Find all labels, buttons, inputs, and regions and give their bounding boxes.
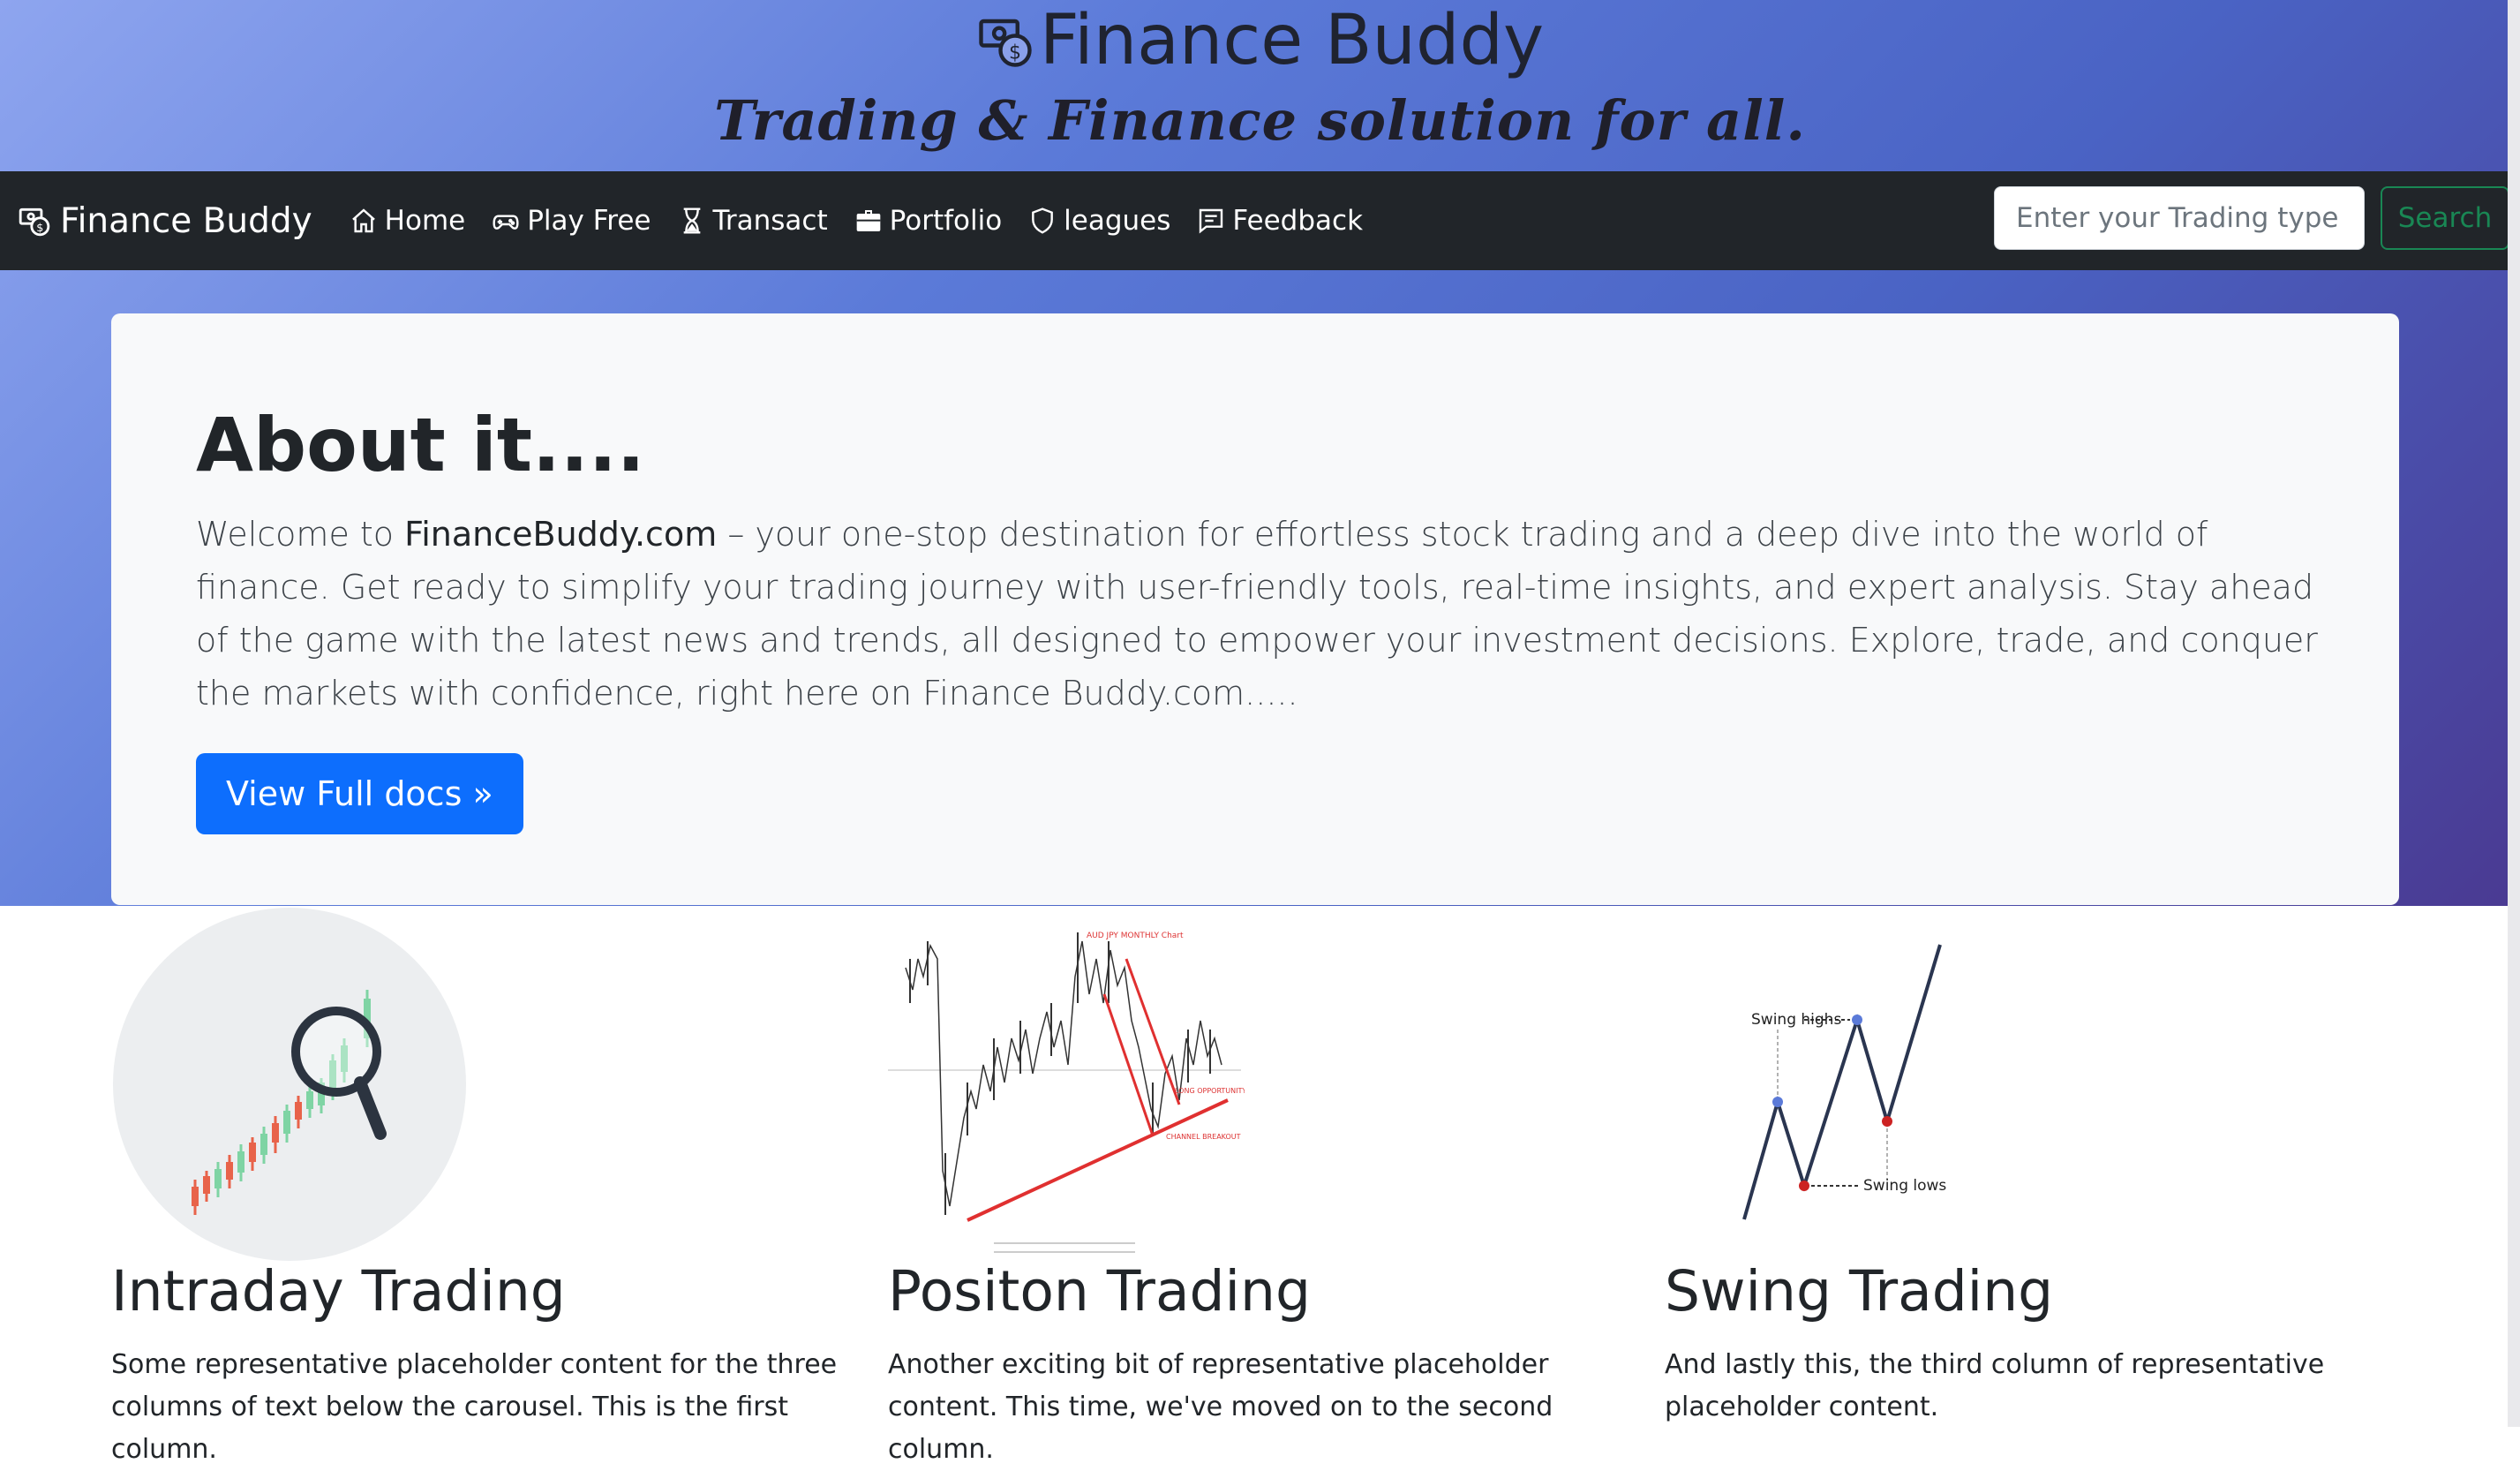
magnifier-chart-icon [113, 908, 466, 1261]
navbar-brand[interactable]: $ Finance Buddy [18, 201, 312, 241]
feature-column-swing: Swing highs Swing lows Swing Trading And… [1665, 906, 2424, 1422]
nav-item-leagues[interactable]: leagues [1028, 205, 1170, 237]
about-title: About it.... [196, 402, 645, 488]
page-scrollbar[interactable] [2508, 0, 2520, 1427]
column-title: Intraday Trading [111, 1259, 566, 1324]
navbar-brand-label: Finance Buddy [60, 200, 312, 241]
svg-text:$: $ [1009, 42, 1021, 64]
view-full-docs-button[interactable]: View Full docs » [196, 753, 523, 834]
search-form: Search [1994, 186, 2509, 250]
column-title: Swing Trading [1665, 1259, 2054, 1324]
site-title: Finance Buddy [1039, 1, 1545, 80]
position-trading-image: AUD JPY MONTHLY Chart LONG OPPORTUNITY C… [888, 906, 1246, 1263]
about-text: Welcome to FinanceBuddy.com – your one-s… [196, 508, 2332, 720]
about-text-intro: Welcome to [196, 515, 405, 554]
nav-item-label: leagues [1064, 205, 1171, 237]
column-text: Some representative placeholder content … [111, 1349, 838, 1465]
search-button[interactable]: Search [2381, 186, 2509, 250]
nav-item-portfolio[interactable]: Portfolio [854, 205, 1003, 237]
main-navbar: $ Finance Buddy Home Play Free Transact … [0, 171, 2520, 270]
swing-highs-label: Swing highs [1751, 1011, 1841, 1029]
nav-item-label: Play Free [527, 205, 651, 237]
column-text: And lastly this, the third column of rep… [1665, 1349, 2325, 1422]
position-breakout-label: CHANNEL BREAKOUT [1166, 1133, 1241, 1141]
candlestick-chart-icon: AUD JPY MONTHLY Chart LONG OPPORTUNITY C… [888, 906, 1246, 1263]
intraday-trading-image [111, 906, 468, 1263]
site-tagline: Trading & Finance solution for all. [714, 88, 1806, 153]
position-long-label: LONG OPPORTUNITY [1175, 1087, 1245, 1095]
home-icon [351, 208, 375, 233]
column-title: Positon Trading [888, 1259, 1311, 1324]
feature-column-position: AUD JPY MONTHLY Chart LONG OPPORTUNITY C… [888, 906, 1647, 1465]
nav-item-transact[interactable]: Transact [678, 205, 828, 237]
feature-column-intraday: Intraday Trading Some representative pla… [111, 906, 870, 1465]
gamepad-icon [493, 215, 519, 230]
search-input[interactable] [1994, 186, 2365, 250]
money-logo-icon: $ [979, 19, 1032, 67]
position-chart-title: AUD JPY MONTHLY Chart [1087, 932, 1184, 940]
swing-lows-label: Swing lows [1863, 1177, 1946, 1195]
nav-item-play-free[interactable]: Play Free [492, 205, 651, 237]
column-text: Another exciting bit of representative p… [888, 1349, 1553, 1465]
site-header: $ Finance Buddy [0, 0, 2520, 81]
nav-item-feedback[interactable]: Feedback [1197, 205, 1363, 237]
nav-item-label: Portfolio [889, 205, 1003, 237]
swing-trading-image: Swing highs Swing lows [1665, 906, 2035, 1263]
nav-item-label: Feedback [1232, 205, 1364, 237]
briefcase-icon [856, 210, 880, 231]
nav-item-label: Transact [712, 205, 828, 237]
about-card: About it.... Welcome to FinanceBuddy.com… [111, 313, 2399, 905]
nav-item-label: Home [384, 205, 466, 237]
nav-item-home[interactable]: Home [350, 205, 466, 237]
shield-icon [1032, 207, 1054, 234]
about-site-name: FinanceBuddy.com [404, 515, 718, 554]
money-brand-icon: $ [19, 207, 50, 237]
hourglass-icon [683, 207, 700, 234]
svg-text:$: $ [36, 221, 43, 234]
feedback-icon [1200, 208, 1223, 234]
swing-chart-icon: Swing highs Swing lows [1742, 944, 1946, 1220]
